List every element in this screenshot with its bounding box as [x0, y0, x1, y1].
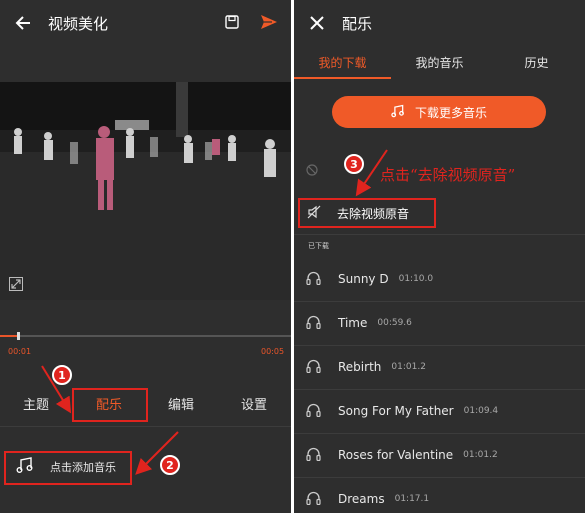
music-screen: 配乐 我的下载 我的音乐 历史 下载更多音乐 去除视频原音 已下载 Sunny …	[294, 0, 585, 513]
annotation-arrows	[41, 365, 179, 475]
video-beautify-screen: 视频美化 00:01 00:05 主题 配乐 编辑 设置 点击添加音乐 1 2	[0, 0, 291, 513]
annotation-arrow	[355, 149, 388, 197]
